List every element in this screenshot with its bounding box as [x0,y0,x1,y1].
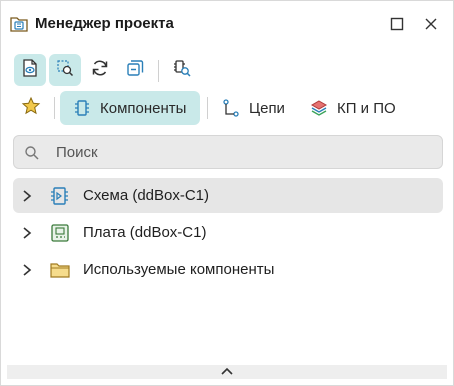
tab-label: Компоненты [100,99,187,117]
document-search-icon [55,58,75,83]
search-input[interactable] [56,136,436,168]
show-document-button[interactable] [14,54,46,86]
tab-label: Цепи [249,99,285,117]
tree-item-schematic[interactable]: Схема (ddBox-C1) [13,178,443,213]
panel-title: Менеджер проекта [35,15,174,32]
layers-icon [309,98,329,118]
star-icon [21,96,41,120]
search-box [13,135,443,169]
toolbar-divider [158,60,159,82]
tab-pads-vias[interactable]: КП и ПО [305,91,415,125]
search-icon [24,145,40,161]
find-in-document-button[interactable] [49,54,81,86]
refresh-button[interactable] [84,54,116,86]
tab-label: КП и ПО [337,99,396,117]
tab-components[interactable]: Компоненты [60,91,200,125]
project-tree: Схема (ddBox-C1) Плата (ddBox-C1) Исполь… [13,178,443,289]
close-icon[interactable] [420,13,442,35]
board-icon [49,222,71,244]
tree-item-label: Используемые компоненты [83,261,275,278]
chevron-right-icon[interactable] [20,263,34,277]
collapse-icon [125,58,145,83]
refresh-icon [90,58,110,83]
collapse-bar[interactable] [7,365,447,379]
collapse-all-button[interactable] [119,54,151,86]
tabs-divider [54,97,55,119]
favorites-button[interactable] [17,91,45,125]
maximize-icon[interactable] [386,13,408,35]
chevron-up-icon[interactable] [220,363,234,381]
net-icon [221,98,241,118]
tab-nets[interactable]: Цепи [217,91,297,125]
schematic-icon [49,185,71,207]
document-eye-icon [20,58,40,83]
project-manager-panel: Менеджер проекта Компоненты Цепи КП и ПО… [0,0,454,386]
tree-item-used-components[interactable]: Используемые компоненты [13,252,443,287]
component-search-button[interactable] [166,54,198,86]
component-search-icon [172,58,192,83]
chevron-right-icon[interactable] [20,189,34,203]
tree-item-board[interactable]: Плата (ddBox-C1) [13,215,443,250]
toolbar [1,51,453,89]
tree-item-label: Схема (ddBox-C1) [83,187,210,204]
component-icon [72,98,92,118]
title-bar: Менеджер проекта [1,1,453,47]
chevron-right-icon[interactable] [20,226,34,240]
tree-item-label: Плата (ddBox-C1) [83,224,207,241]
folder-icon [49,259,71,281]
project-manager-icon [9,14,29,34]
tabs-divider [207,97,208,119]
